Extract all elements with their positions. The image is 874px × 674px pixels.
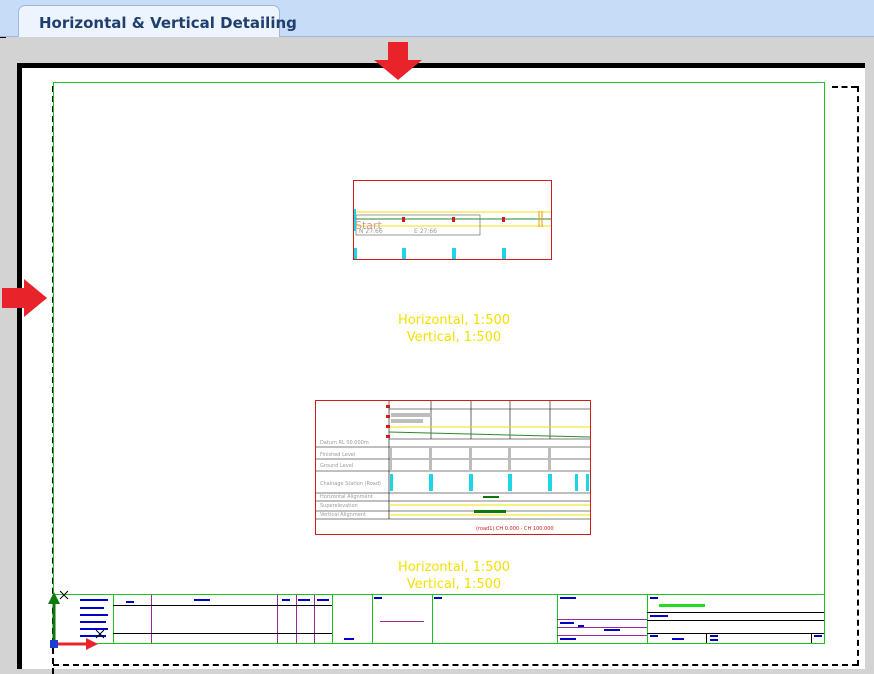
tb-text-mark (650, 597, 658, 599)
tb-text-mark (710, 639, 718, 641)
row-label-superelevation: Superelevation (320, 503, 358, 509)
tab-bar: Horizontal & Vertical Detailing (0, 0, 874, 37)
row-label-horizontal-alignment: Horizontal Alignment (320, 494, 373, 500)
tb-text-mark (317, 599, 329, 601)
profile-scale-horizontal: Horizontal, 1:500 (397, 560, 511, 575)
tb-text-mark (282, 599, 290, 601)
row-label-ground-level: Ground Level (320, 463, 354, 469)
divider (0, 37, 6, 38)
tb-text-mark (374, 597, 382, 599)
tb-divider (296, 595, 297, 643)
tb-text-mark (126, 601, 134, 603)
top-edge-arrow-icon[interactable] (374, 42, 422, 80)
tb-divider (314, 595, 315, 643)
tb-rule (557, 635, 647, 636)
tb-divider (432, 595, 433, 643)
tb-rule (380, 621, 424, 622)
tb-rule (647, 633, 824, 634)
tb-text-mark (710, 635, 718, 637)
datum-label: Datum RL 00.000m (320, 440, 369, 446)
tb-text-mark (560, 638, 576, 640)
tb-text-mark (650, 615, 668, 617)
sheet-boundary-right (857, 86, 859, 666)
tb-divider (372, 595, 373, 643)
row-label-finished-level: Finished Level (320, 452, 356, 458)
left-edge-arrow-icon[interactable] (2, 279, 47, 317)
tb-rule (647, 612, 824, 613)
tb-divider (113, 595, 114, 643)
tb-text-mark (650, 635, 658, 637)
title-block[interactable] (53, 594, 825, 644)
profile-scale-vertical: Vertical, 1:500 (406, 577, 502, 592)
tb-divider (647, 595, 648, 643)
tb-text-mark (434, 597, 442, 599)
tb-text-mark (298, 599, 310, 601)
row-label-vertical-alignment: Vertical Alignment (320, 512, 366, 518)
tb-divider (706, 633, 707, 643)
tb-text-mark (560, 597, 576, 599)
plan-easting: E 27:66 (414, 228, 437, 235)
tab-horizontal-vertical-detailing[interactable]: Horizontal & Vertical Detailing (18, 5, 297, 37)
tb-text-mark (194, 599, 210, 601)
tb-divider (811, 633, 812, 643)
tb-text-mark (560, 622, 574, 624)
tb-rule (647, 620, 824, 621)
tb-text-mark (814, 635, 822, 637)
tb-rule (113, 633, 332, 634)
tab-label: Horizontal & Vertical Detailing (39, 14, 297, 32)
tb-text-mark (344, 638, 354, 640)
tb-divider (332, 595, 333, 643)
tb-divider (277, 595, 278, 643)
tb-rule (557, 619, 647, 620)
tb-text-mark (578, 625, 584, 627)
tb-text-mark (604, 629, 620, 631)
plan-scale-horizontal: Horizontal, 1:500 (397, 313, 511, 328)
tb-divider (151, 595, 152, 643)
ucs-axis-icon (48, 590, 105, 650)
row-label-chainage: Chainage Station (Road) (320, 481, 381, 487)
tb-rule (113, 605, 332, 606)
plan-scale-vertical: Vertical, 1:500 (406, 330, 502, 345)
tb-rule (557, 627, 647, 628)
plan-view[interactable]: Start N 27:66 E 27:66 (353, 180, 552, 260)
plan-northing: N 27:66 (359, 228, 383, 235)
plan-linework (354, 209, 551, 259)
profile-range-text: (road1) CH 0.000 - CH 100.000 (476, 526, 554, 532)
tb-text-mark (672, 638, 684, 640)
sheet-boundary-bottom (53, 664, 858, 666)
tb-highlight (659, 604, 705, 607)
sheet-boundary-top (832, 86, 857, 88)
profile-view[interactable]: Datum RL 00.000m Finished Level Ground L… (315, 400, 591, 535)
